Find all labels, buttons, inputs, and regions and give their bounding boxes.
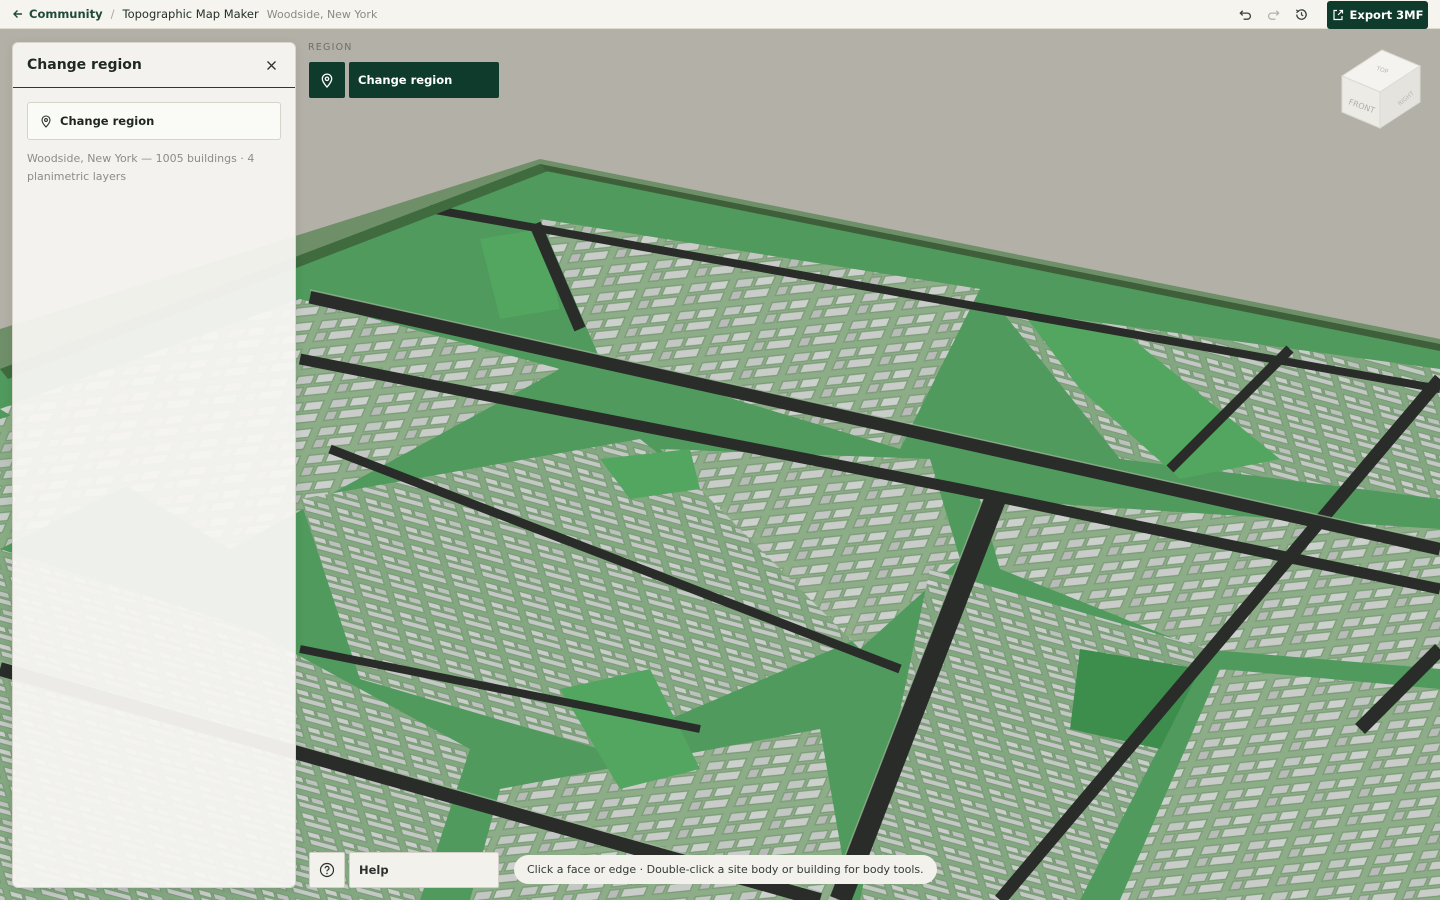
- question-circle-icon: [319, 862, 335, 878]
- redo-icon: [1267, 10, 1280, 20]
- app-name: Topographic Map Maker: [122, 7, 259, 21]
- back-to-community-link[interactable]: Community: [12, 7, 103, 21]
- change-region-label: Change region: [60, 114, 155, 128]
- top-actions: Export 3MF: [1231, 0, 1428, 29]
- breadcrumb-separator: /: [110, 7, 115, 21]
- interaction-hint: Click a face or edge · Double-click a si…: [514, 855, 937, 884]
- history-icon: [1295, 9, 1307, 20]
- export-3mf-button[interactable]: Export 3MF: [1327, 0, 1428, 29]
- redo-button[interactable]: [1259, 1, 1287, 29]
- undo-icon: [1238, 10, 1251, 20]
- close-panel-button[interactable]: [261, 55, 281, 75]
- export-label: Export 3MF: [1349, 7, 1424, 22]
- map-pin-icon: [41, 114, 51, 128]
- undo-button[interactable]: [1231, 1, 1259, 29]
- help-button[interactable]: Help: [349, 852, 499, 888]
- panel-header: Change region: [13, 43, 295, 88]
- history-button[interactable]: [1287, 1, 1315, 29]
- region-info: Woodside, New York — 1005 buildings · 4 …: [27, 152, 255, 183]
- export-icon: [1332, 9, 1343, 20]
- map-pin-icon: [321, 73, 333, 88]
- top-bar: Community / Topographic Map Maker Woodsi…: [0, 0, 1440, 29]
- change-region-chip-button[interactable]: Change region: [349, 62, 499, 98]
- arrow-left-icon: [13, 10, 22, 18]
- region-pin-button[interactable]: [309, 62, 345, 98]
- panel-title: Change region: [27, 57, 142, 73]
- breadcrumb: Community / Topographic Map Maker Woodsi…: [0, 7, 377, 21]
- close-icon: [266, 60, 276, 70]
- back-link-label: Community: [29, 7, 103, 21]
- change-region-panel: Change region Change region Woodside, Ne…: [12, 42, 296, 888]
- current-location: Woodside, New York: [266, 7, 378, 21]
- view-cube[interactable]: TOP FRONT RIGHT: [1336, 46, 1422, 132]
- change-region-button[interactable]: Change region: [27, 102, 281, 140]
- region-section-label: REGION: [308, 42, 353, 53]
- help-icon-button[interactable]: [309, 852, 345, 888]
